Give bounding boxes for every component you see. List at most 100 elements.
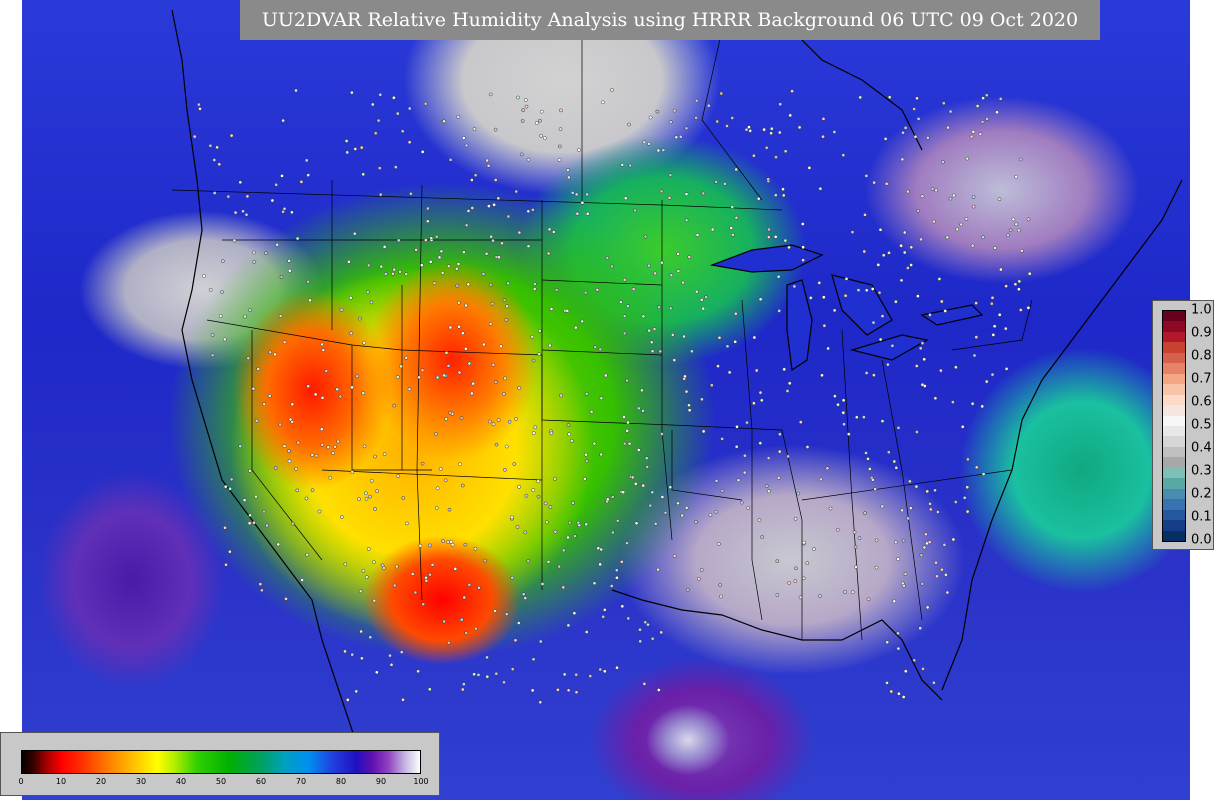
observation-dot bbox=[623, 196, 628, 201]
observation-dot bbox=[458, 462, 463, 467]
observation-dot bbox=[748, 129, 753, 133]
observation-dot bbox=[719, 594, 723, 599]
observation-dot bbox=[870, 287, 875, 291]
observation-dot bbox=[871, 478, 875, 482]
observation-dot bbox=[503, 376, 507, 381]
observation-dot bbox=[502, 680, 506, 685]
observation-dot bbox=[472, 672, 476, 677]
observation-dot bbox=[446, 364, 451, 368]
observation-dot bbox=[948, 109, 953, 114]
observation-dot bbox=[610, 264, 614, 269]
observation-dot bbox=[284, 597, 288, 601]
observation-dot bbox=[709, 383, 714, 388]
observation-dot bbox=[262, 402, 267, 407]
observation-dot bbox=[430, 562, 435, 567]
observation-dot bbox=[471, 381, 476, 386]
observation-dot bbox=[574, 325, 578, 330]
observation-dot bbox=[886, 362, 890, 367]
observation-dot bbox=[878, 337, 883, 342]
observation-dot bbox=[310, 453, 315, 457]
observation-dot bbox=[777, 449, 782, 454]
observation-dot bbox=[592, 581, 597, 586]
observation-dot bbox=[953, 500, 958, 504]
observation-dot bbox=[373, 131, 378, 136]
observation-dot bbox=[198, 107, 202, 111]
observation-dot bbox=[998, 97, 1003, 101]
observation-dot bbox=[282, 444, 287, 448]
observation-dot bbox=[483, 558, 487, 563]
observation-dot bbox=[566, 623, 571, 628]
ratio-color-strip bbox=[1162, 310, 1186, 542]
observation-dot bbox=[421, 602, 426, 607]
observation-dot bbox=[584, 459, 589, 464]
observation-dot bbox=[916, 117, 921, 121]
observation-dot bbox=[448, 410, 453, 415]
west-coast bbox=[171, 9, 363, 761]
observation-dot bbox=[843, 293, 848, 298]
observation-dot bbox=[769, 126, 774, 131]
observation-dot bbox=[526, 559, 531, 563]
observation-dot bbox=[622, 331, 627, 336]
observation-dot bbox=[919, 237, 923, 242]
observation-dot bbox=[489, 234, 493, 239]
observation-dot bbox=[659, 189, 664, 194]
observation-dot bbox=[420, 368, 425, 373]
ratio-tick-0.2: 0.2 bbox=[1191, 486, 1212, 502]
observation-dot bbox=[577, 148, 581, 152]
observation-dot bbox=[937, 277, 942, 281]
observation-dot bbox=[355, 374, 360, 379]
observation-dot bbox=[990, 295, 995, 300]
observation-dot bbox=[559, 108, 563, 113]
observation-dot bbox=[901, 695, 906, 699]
observation-dot bbox=[252, 259, 257, 264]
observation-dot bbox=[969, 134, 974, 139]
observation-dot bbox=[900, 581, 905, 586]
observation-dot bbox=[373, 454, 377, 459]
observation-dot bbox=[462, 682, 466, 686]
observation-dot bbox=[428, 572, 432, 577]
observation-dot bbox=[382, 452, 387, 456]
observation-dot bbox=[942, 543, 947, 547]
observation-dot bbox=[377, 166, 382, 170]
observation-dot bbox=[407, 106, 412, 111]
observation-dot bbox=[493, 127, 498, 132]
observation-dot bbox=[669, 273, 674, 278]
observation-dot bbox=[264, 251, 268, 255]
observation-dot bbox=[846, 432, 851, 436]
observation-dot bbox=[524, 493, 529, 498]
observation-dot bbox=[681, 280, 685, 285]
observation-dot bbox=[925, 605, 930, 610]
observation-dot bbox=[343, 649, 347, 654]
observation-dot bbox=[455, 283, 460, 288]
observation-dot bbox=[595, 287, 600, 292]
observation-dot bbox=[510, 667, 515, 671]
observation-dot bbox=[716, 364, 720, 368]
observation-dot bbox=[392, 403, 397, 408]
observation-dot bbox=[566, 168, 570, 172]
observation-dot bbox=[359, 145, 364, 150]
observation-dot bbox=[369, 300, 374, 305]
observation-dot bbox=[434, 506, 439, 510]
observation-dot bbox=[500, 241, 504, 246]
observation-dot bbox=[460, 687, 465, 692]
observation-dot bbox=[841, 398, 846, 403]
observation-dot bbox=[648, 115, 653, 120]
observation-dot bbox=[619, 300, 623, 304]
observation-dot bbox=[752, 401, 756, 406]
observation-dot bbox=[887, 95, 892, 100]
observation-dot bbox=[565, 309, 570, 313]
observation-dot bbox=[389, 662, 394, 667]
observation-dot bbox=[684, 506, 689, 510]
observation-dot bbox=[796, 491, 801, 496]
observation-dot bbox=[399, 364, 403, 369]
observation-dot bbox=[767, 489, 771, 494]
observation-dot bbox=[215, 145, 219, 150]
observation-dot bbox=[442, 119, 446, 124]
observation-dot bbox=[210, 333, 215, 337]
observation-dot bbox=[306, 384, 311, 389]
humidity-map[interactable] bbox=[22, 0, 1190, 800]
observation-dot bbox=[928, 313, 932, 317]
observation-dot bbox=[699, 568, 704, 572]
observation-dot bbox=[798, 420, 803, 424]
observation-dot bbox=[521, 108, 525, 112]
